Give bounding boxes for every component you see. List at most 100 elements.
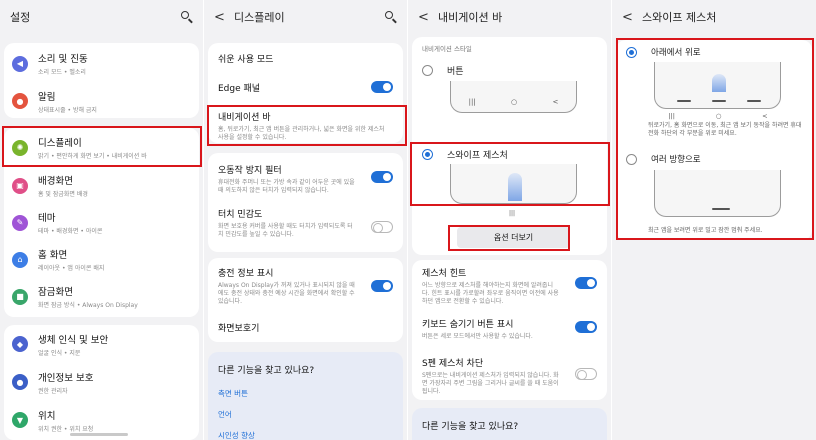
- keyboard-hide-description: 버튼은 세로 모드에서만 사용할 수 있습니다.: [422, 333, 533, 340]
- item-sub: 테마 • 배경화면 • 아이콘: [38, 228, 103, 235]
- gesture-hint-label: 제스처 힌트: [422, 269, 467, 279]
- item-title: 잠금화면: [38, 287, 73, 298]
- item-sub: 소리 모드 • 벨소리: [38, 69, 86, 76]
- spen-block-label: S펜 제스처 차단: [422, 359, 484, 369]
- page-title: 스와이프 제스처: [642, 11, 717, 24]
- spen-block-row[interactable]: S펜 제스처 차단 S펜으로는 내비게이션 제스처가 입력되지 않습니다. 화면…: [412, 348, 607, 400]
- link-side-button[interactable]: 측면 버튼: [218, 388, 393, 399]
- back-arrow-icon[interactable]: <: [214, 10, 228, 25]
- more-features-title: 다른 기능을 찾고 있나요?: [218, 366, 315, 376]
- accidental-touch-description: 휴대전화 주머니 또는 가방 속과 같이 어두운 곳에 있을 때 의도하지 않은…: [218, 179, 355, 194]
- navbar-settings-card: 제스처 힌트 어느 방향으로 제스처를 해야하는지 화면에 알려줍니다. 힌트 …: [412, 260, 607, 400]
- settings-item-notifications[interactable]: ● 알림 상태표시줄 • 방해 금지: [4, 84, 199, 118]
- item-title: 홈 화면: [38, 250, 68, 261]
- home-key-icon: ○: [511, 98, 518, 106]
- edge-panel-toggle[interactable]: [371, 80, 393, 93]
- home-icon: ⌂: [12, 251, 28, 268]
- display-panel: < 디스플레이 쉬운 사용 모드 Edge 패널 내비게이션 바 홈, 뒤로가기…: [204, 0, 407, 440]
- buttons-option[interactable]: 버튼: [422, 64, 464, 77]
- charging-info-label: 충전 정보 표시: [218, 269, 274, 279]
- easy-mode-label: 쉬운 사용 모드: [218, 55, 274, 65]
- search-icon[interactable]: [385, 11, 397, 23]
- privacy-icon: ●: [12, 374, 28, 390]
- back-arrow-icon[interactable]: <: [418, 10, 432, 25]
- keyboard-hide-toggle[interactable]: [575, 320, 597, 333]
- item-sub: 위치 권한 • 위치 요청: [38, 425, 94, 433]
- accidental-touch-row[interactable]: 오동작 방지 필터 휴대전화 주머니 또는 가방 속과 같이 어두운 곳에 있을…: [208, 153, 403, 201]
- accidental-touch-toggle[interactable]: [371, 171, 393, 183]
- item-sub: 상태표시줄 • 방해 금지: [38, 106, 97, 114]
- charging-info-toggle[interactable]: [371, 279, 393, 292]
- gesture-hint-row[interactable]: 제스처 힌트 어느 방향으로 제스처를 해야하는지 화면에 알려줍니다. 힌트 …: [412, 260, 607, 305]
- settings-item-biometrics[interactable]: ◆ 생체 인식 및 보안얼굴 인식 • 지문: [4, 325, 199, 363]
- location-icon: ▼: [12, 412, 28, 428]
- settings-item-theme[interactable]: ✎ 테마테마 • 배경화면 • 아이콘: [4, 204, 199, 241]
- touch-sensitivity-row[interactable]: 터치 민감도 화면 보호용 커버를 사용할 때도 터치가 입력되도록 터치 민감…: [208, 201, 403, 252]
- item-title: 배경화면: [38, 176, 73, 187]
- spen-block-description: S펜으로는 내비게이션 제스처가 입력되지 않습니다. 화면 가장자리 주변 그…: [422, 372, 559, 395]
- item-title: 생체 인식 및 보안: [38, 334, 109, 346]
- spen-block-toggle[interactable]: [575, 368, 597, 380]
- buttons-preview: ||| ○ <: [450, 81, 577, 113]
- edge-panel-label: Edge 패널: [218, 84, 261, 94]
- display-card-filters: 오동작 방지 필터 휴대전화 주머니 또는 가방 속과 같이 어두운 곳에 있을…: [208, 153, 403, 252]
- link-language[interactable]: 언어: [218, 409, 393, 420]
- touch-sensitivity-toggle[interactable]: [371, 220, 393, 233]
- search-icon[interactable]: [181, 11, 193, 23]
- back-key-icon: <: [552, 98, 559, 106]
- recents-key-icon: |||: [468, 98, 476, 106]
- gesture-hint-toggle[interactable]: [575, 276, 597, 289]
- home-indicator: [70, 433, 128, 436]
- item-title: 위치: [38, 410, 56, 422]
- item-sub: 얼굴 인식 • 지문: [38, 349, 81, 357]
- settings-panel: 설정 ◀ 소리 및 진동소리 모드 • 벨소리 ● 알림상태표시줄 • 방해 금…: [0, 0, 203, 440]
- item-sub: 레이아웃 • 앱 아이콘 배지: [38, 265, 105, 272]
- keyboard-hide-row[interactable]: 키보드 숨기기 버튼 표시 버튼은 세로 모드에서만 사용할 수 있습니다.: [412, 305, 607, 348]
- settings-header: 설정: [0, 0, 203, 34]
- highlight-swipe-options: [616, 38, 814, 240]
- screenshot-stage: 설정 ◀ 소리 및 진동소리 모드 • 벨소리 ● 알림상태표시줄 • 방해 금…: [0, 0, 816, 440]
- lock-icon: ■: [12, 288, 28, 305]
- picture-icon: ▣: [12, 177, 28, 194]
- shield-icon: ◆: [12, 336, 28, 352]
- accidental-touch-label: 오동작 방지 필터: [218, 166, 282, 176]
- brush-icon: ✎: [12, 214, 28, 231]
- navigation-bar-panel: < 내비게이션 바 내비게이션 스타일 버튼 ||| ○ < 스와이프 제스처: [408, 0, 611, 440]
- item-title: 테마: [38, 213, 56, 224]
- speaker-icon: ◀: [12, 55, 28, 72]
- settings-item-privacy[interactable]: ● 개인정보 보호권한 관리자: [4, 363, 199, 401]
- settings-item-sound[interactable]: ◀ 소리 및 진동소리 모드 • 벨소리: [4, 43, 199, 84]
- link-visibility[interactable]: 시인성 향상: [218, 430, 393, 440]
- screensaver-label: 화면보호기: [218, 324, 260, 334]
- swipe-header: < 스와이프 제스처: [612, 0, 816, 34]
- settings-item-lock-screen[interactable]: ■ 잠금화면 화면 잠금 방식 • Always On Display: [4, 278, 199, 315]
- edge-panel-row[interactable]: Edge 패널: [208, 72, 403, 101]
- display-header: < 디스플레이: [204, 0, 407, 34]
- charging-info-row[interactable]: 충전 정보 표시 Always On Display가 꺼져 있거나 표시되지 …: [208, 258, 403, 313]
- charging-info-description: Always On Display가 꺼져 있거나 표시되지 않을 때에도 충전…: [218, 282, 355, 305]
- highlight-navbar-item: [207, 105, 407, 146]
- buttons-radio[interactable]: [422, 65, 433, 76]
- settings-item-home-screen[interactable]: ⌂ 홈 화면레이아웃 • 앱 아이콘 배지: [4, 241, 199, 278]
- gesture-hint-description: 어느 방향으로 제스처를 해야하는지 화면에 알려줍니다. 힌트 표시를 가로할…: [422, 282, 559, 305]
- highlight-more-options: [448, 225, 570, 251]
- settings-card-sound: ◀ 소리 및 진동 소리 모드 • 벨소리 ● 알림 상태표시줄 • 방해 금지: [4, 43, 199, 118]
- item-title: 알림: [38, 91, 56, 103]
- gesture-indicator-icon: |||: [509, 210, 516, 217]
- touch-sensitivity-label: 터치 민감도: [218, 210, 263, 220]
- easy-mode-row[interactable]: 쉬운 사용 모드: [208, 43, 403, 72]
- buttons-option-label: 버튼: [447, 67, 464, 77]
- item-title: 개인정보 보호: [38, 372, 94, 384]
- more-features-card: 다른 기능을 찾고 있나요? 측면 버튼 언어 시인성 향상: [208, 352, 403, 440]
- back-arrow-icon[interactable]: <: [622, 10, 636, 25]
- item-title: 소리 및 진동: [38, 54, 88, 65]
- page-title: 내비게이션 바: [438, 11, 503, 24]
- screensaver-row[interactable]: 화면보호기: [208, 313, 403, 342]
- settings-item-wallpaper[interactable]: ▣ 배경화면 홈 및 잠금화면 배경: [4, 167, 199, 204]
- navbar-header: < 내비게이션 바: [408, 0, 611, 34]
- touch-sensitivity-description: 화면 보호용 커버를 사용할 때도 터치가 입력되도록 터치 민감도를 높일 수…: [218, 223, 353, 238]
- highlight-swipe-option: [410, 142, 610, 206]
- buttons-preview-navkeys: ||| ○ <: [451, 98, 576, 106]
- item-sub: 권한 관리자: [38, 387, 68, 395]
- highlight-display-item: [2, 126, 202, 167]
